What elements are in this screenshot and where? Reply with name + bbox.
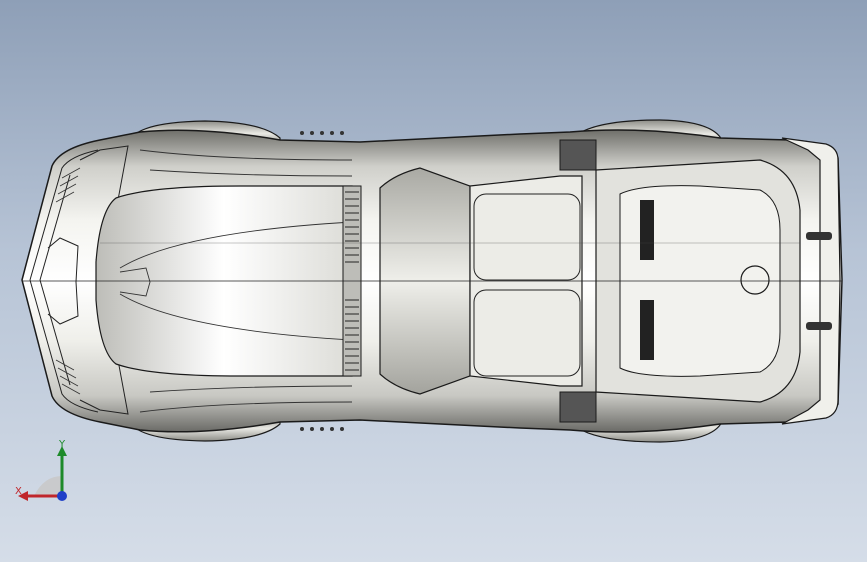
- z-axis-dot: [57, 491, 67, 501]
- car-model[interactable]: [0, 0, 867, 562]
- x-axis-label: X: [15, 486, 22, 497]
- graphics-viewport[interactable]: Y X: [0, 0, 867, 562]
- y-axis-label: Y: [59, 439, 66, 450]
- coordinate-triad: Y X: [12, 440, 76, 506]
- triad-plane: [34, 476, 62, 496]
